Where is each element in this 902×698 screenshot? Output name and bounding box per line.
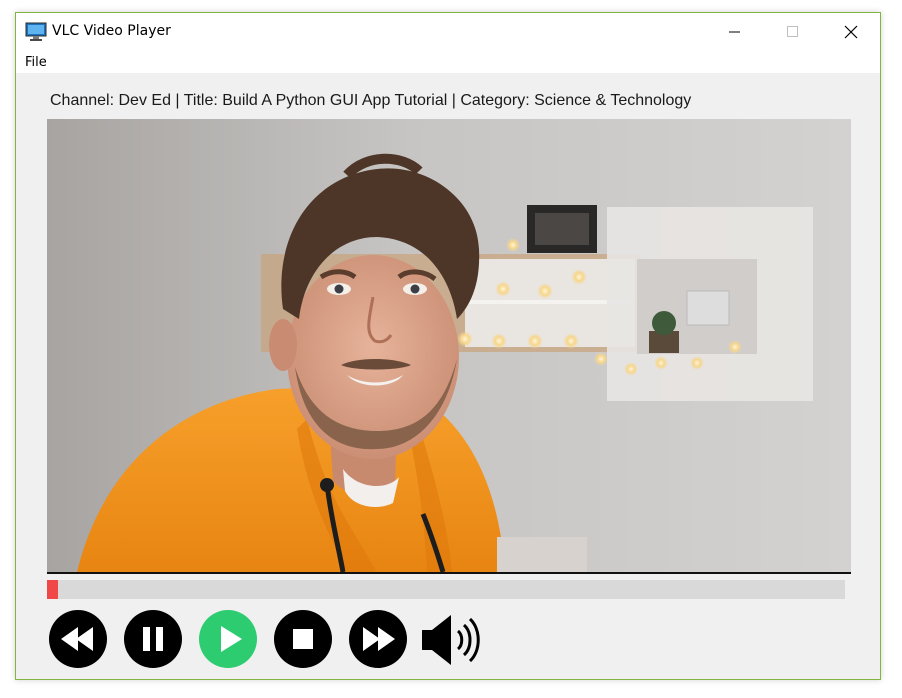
stop-icon [274,610,332,668]
monitor-icon [25,22,47,41]
maximize-button[interactable] [764,13,822,51]
app-window: VLC Video Player File Channel: Dev Ed | … [15,12,881,680]
fast-forward-icon [349,610,407,668]
volume-icon [422,615,480,665]
menu-file[interactable]: File [25,55,47,70]
maximize-icon [787,26,798,37]
pause-button[interactable] [124,610,182,668]
close-icon [844,25,858,39]
window-title: VLC Video Player [52,23,171,39]
video-info-label: Channel: Dev Ed | Title: Build A Python … [50,92,692,109]
video-frame[interactable] [47,119,851,574]
fast-forward-button[interactable] [349,610,407,668]
volume-button[interactable] [421,613,487,667]
minimize-button[interactable] [706,13,764,51]
rewind-button[interactable] [49,610,107,668]
title-bar[interactable]: VLC Video Player [16,13,880,51]
play-button[interactable] [199,610,257,668]
minimize-icon [729,31,740,33]
progress-fill [47,580,59,599]
pause-icon [124,610,182,668]
close-button[interactable] [822,13,880,51]
stop-button[interactable] [274,610,332,668]
progress-bar[interactable] [47,580,845,599]
menu-bar: File [16,51,880,74]
play-icon [199,610,257,668]
video-frame-image [47,119,851,572]
rewind-icon [49,610,107,668]
